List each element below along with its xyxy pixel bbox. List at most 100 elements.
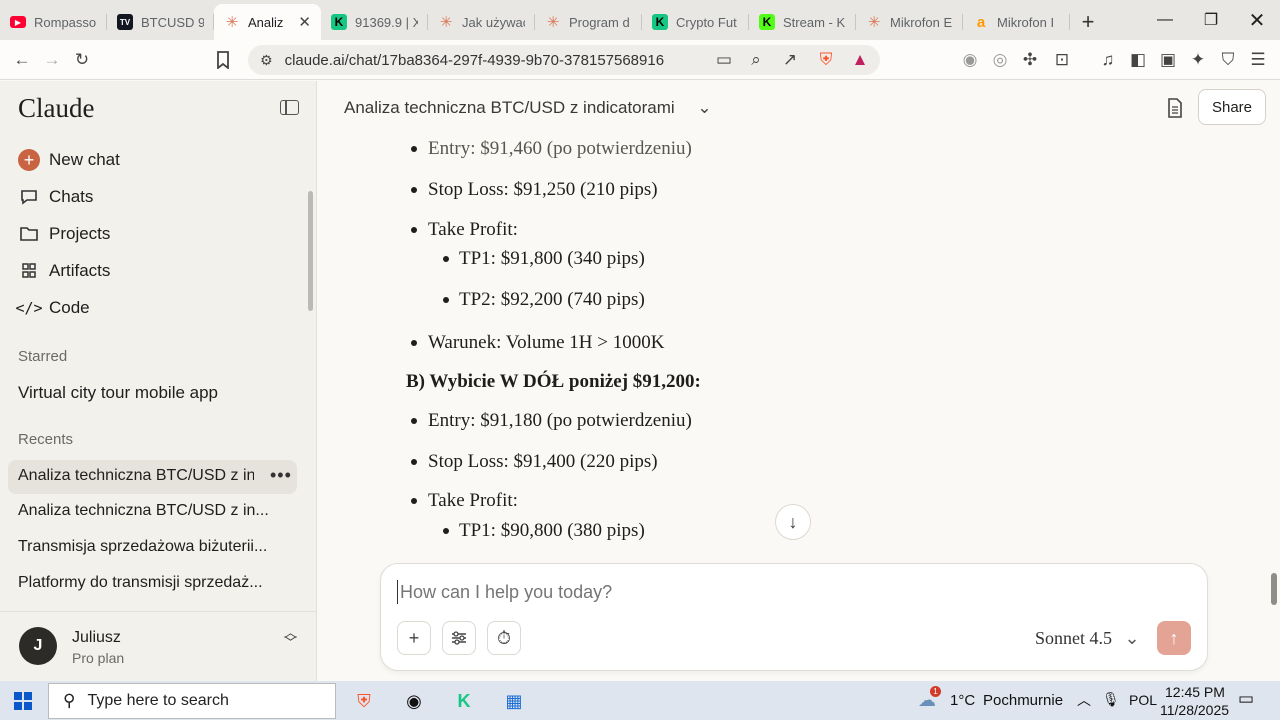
new-tab-button[interactable]: + xyxy=(1070,4,1106,40)
obs-taskbar-icon[interactable]: ◉ xyxy=(394,685,434,717)
browser-tab[interactable]: ▶ Rompasso xyxy=(0,4,107,40)
tab-title: Mikrofon E xyxy=(890,14,953,30)
youtube-icon: ▶ xyxy=(10,16,26,28)
bullet xyxy=(443,297,449,303)
back-button[interactable]: ← xyxy=(8,46,36,74)
tab-title: Crypto Fut xyxy=(676,14,737,30)
brave-shield-icon[interactable]: ⛨ xyxy=(812,46,840,74)
bullet xyxy=(411,498,417,504)
new-chat-label: New chat xyxy=(49,150,120,169)
tools-button[interactable] xyxy=(442,621,476,655)
menu-icon[interactable]: ☰ xyxy=(1244,46,1272,74)
browser-tab[interactable]: K 91369.9 | X xyxy=(321,4,428,40)
browser-tab[interactable]: ✳ Program d xyxy=(535,4,642,40)
tab-title: Program d xyxy=(569,14,630,30)
new-chat-button[interactable]: + New chat xyxy=(18,149,120,171)
folder-icon xyxy=(18,225,40,243)
reading-icon[interactable]: ⊡ xyxy=(1048,46,1076,74)
recent-item[interactable]: Platformy do transmisji sprzedaż... xyxy=(18,574,268,592)
app-taskbar-icon[interactable]: ▦ xyxy=(494,685,534,717)
nav-projects[interactable]: Projects xyxy=(18,224,110,244)
taskbar-search[interactable]: ⚲ Type here to search xyxy=(48,683,336,719)
browser-tab[interactable]: ✳ Jak używać xyxy=(428,4,535,40)
browser-tab[interactable]: TV BTCUSD 91 xyxy=(107,4,214,40)
send-button[interactable]: ↑ xyxy=(1157,621,1191,655)
browser-tab[interactable]: K Stream - K xyxy=(749,4,856,40)
claude-icon: ✳ xyxy=(439,14,453,31)
browser-toolbar: ← → ↻ ⚙ claude.ai/chat/17ba8364-297f-493… xyxy=(0,40,1280,80)
main-scrollbar[interactable] xyxy=(1271,573,1277,605)
temperature[interactable]: 1°C xyxy=(950,692,975,709)
tab-title: BTCUSD 91 xyxy=(141,14,204,30)
kick-taskbar-icon[interactable]: K xyxy=(444,685,484,717)
minimize-button[interactable]: — xyxy=(1142,0,1188,40)
conversation-title[interactable]: Analiza techniczna BTC/USD z indicatoram… xyxy=(344,98,712,118)
message-line: TP2: $92,200 (740 pips) xyxy=(459,289,645,310)
restore-button[interactable]: ❐ xyxy=(1188,0,1234,40)
share-page-icon[interactable]: ↗ xyxy=(776,46,804,74)
nav-artifacts[interactable]: Artifacts xyxy=(18,261,110,281)
wallet-icon[interactable]: ▣ xyxy=(1154,46,1182,74)
sidebar-icon[interactable]: ◧ xyxy=(1124,46,1152,74)
site-info-icon[interactable]: ⚙ xyxy=(260,52,273,69)
tab-title: Mikrofon I xyxy=(997,14,1055,30)
claude-logo[interactable]: Claude xyxy=(18,93,94,124)
message-line: Take Profit: xyxy=(428,490,518,511)
nav-chats[interactable]: Chats xyxy=(18,187,93,207)
sidebar-toggle-icon[interactable] xyxy=(280,100,299,115)
user-menu[interactable]: J Juliusz Pro plan ︿ ﹀ xyxy=(0,611,316,681)
recent-item[interactable]: Analiza techniczna BTC/USD z in... xyxy=(18,502,268,520)
weather-text[interactable]: Pochmurnie xyxy=(983,692,1063,709)
close-window-button[interactable]: ✕ xyxy=(1234,0,1280,40)
document-icon[interactable] xyxy=(1166,98,1184,123)
share-button[interactable]: Share xyxy=(1198,89,1266,125)
starred-item[interactable]: Virtual city tour mobile app xyxy=(18,383,268,403)
nav-code[interactable]: </> Code xyxy=(15,298,89,318)
more-options-icon[interactable]: ••• xyxy=(270,465,292,486)
message-input[interactable] xyxy=(397,580,1177,604)
browser-tab[interactable]: ✳ Analiz ✕ xyxy=(214,4,321,40)
windows-start-icon[interactable] xyxy=(14,692,32,710)
forward-button[interactable]: → xyxy=(38,46,66,74)
weather-badge: 1 xyxy=(930,686,941,697)
arrow-up-icon: ↑ xyxy=(1169,627,1179,648)
browser-tab[interactable]: a Mikrofon I xyxy=(963,4,1070,40)
search-icon: ⚲ xyxy=(63,691,76,710)
language-indicator[interactable]: POL xyxy=(1129,692,1157,708)
clock-time[interactable]: 12:45 PM xyxy=(1165,684,1225,700)
chevron-down-icon: ⌄ xyxy=(1124,628,1140,648)
zoom-icon[interactable]: ⌕ xyxy=(742,46,770,74)
kick-icon: K xyxy=(759,14,775,30)
claude-icon: ✳ xyxy=(867,14,881,31)
add-attachment-button[interactable]: + xyxy=(397,621,431,655)
extension-icon[interactable]: ◎ xyxy=(986,46,1014,74)
scroll-down-button[interactable]: ↓ xyxy=(775,504,811,540)
sidebar-scrollbar[interactable] xyxy=(308,191,313,311)
camera-icon[interactable]: ◉ xyxy=(956,46,984,74)
notifications-icon[interactable]: ▭ xyxy=(1238,689,1254,709)
history-button[interactable]: ⏱ xyxy=(487,621,521,655)
leo-ai-icon[interactable]: ✦ xyxy=(1184,46,1212,74)
clock-date[interactable]: 11/28/2025 xyxy=(1160,702,1229,718)
bookmark-icon[interactable] xyxy=(209,46,237,74)
brave-rewards-icon[interactable]: ▲ xyxy=(846,46,874,74)
model-selector[interactable]: Sonnet 4.5 ⌄ xyxy=(1035,628,1140,649)
vpn-icon[interactable]: ⛉ xyxy=(1214,46,1242,74)
close-tab-icon[interactable]: ✕ xyxy=(298,13,311,31)
browser-tab[interactable]: ✳ Mikrofon E xyxy=(856,4,963,40)
music-icon[interactable]: ♫ xyxy=(1094,46,1122,74)
brave-taskbar-icon[interactable]: ⛨ xyxy=(344,685,384,717)
recent-item[interactable]: Transmisja sprzedażowa biżuterii... xyxy=(18,538,268,556)
tab-title: 91369.9 | X xyxy=(355,14,418,30)
bullet xyxy=(411,459,417,465)
reload-button[interactable]: ↻ xyxy=(68,46,96,74)
puzzle-icon[interactable]: ✣ xyxy=(1016,46,1044,74)
browser-tab[interactable]: K Crypto Fut xyxy=(642,4,749,40)
recent-item[interactable]: Analiza techniczna BTC/USD z in... xyxy=(18,467,254,485)
chevron-up-icon[interactable]: ︿ xyxy=(1077,690,1091,710)
install-app-icon[interactable]: ▭ xyxy=(710,46,738,74)
url-text[interactable]: claude.ai/chat/17ba8364-297f-4939-9b70-3… xyxy=(285,52,665,69)
bullet xyxy=(411,146,417,152)
microphone-icon[interactable]: 🎙 xyxy=(1102,691,1120,708)
message-line: Take Profit: xyxy=(428,219,518,240)
